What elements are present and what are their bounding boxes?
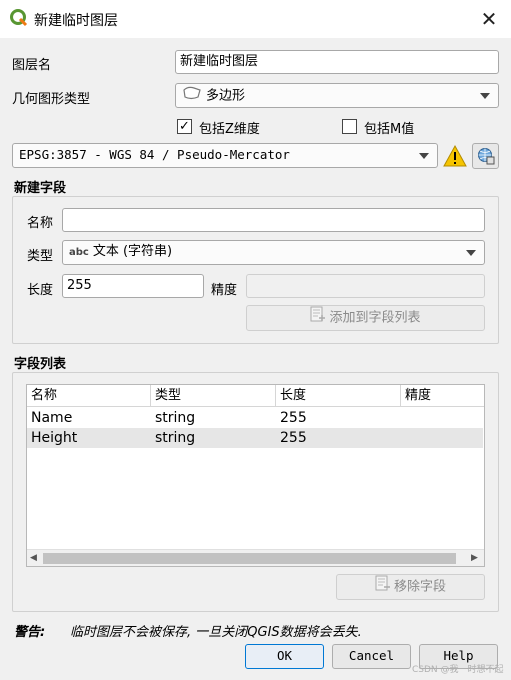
cell-type: string bbox=[155, 430, 196, 446]
globe-icon bbox=[477, 147, 495, 173]
new-field-title: 新建字段 bbox=[14, 181, 67, 196]
cell-name: Height bbox=[31, 430, 78, 446]
cancel-button[interactable]: Cancel bbox=[332, 644, 411, 669]
field-table[interactable]: 名称 类型 长度 精度 Name string 255 Height strin… bbox=[26, 384, 485, 567]
chevron-down-icon bbox=[480, 93, 490, 99]
remove-field-button[interactable]: 移除字段 bbox=[336, 574, 485, 600]
crs-select[interactable]: EPSG:3857 - WGS 84 / Pseudo-Mercator bbox=[12, 143, 438, 168]
cell-name: Name bbox=[31, 410, 73, 426]
field-type-label: 类型 bbox=[27, 249, 54, 264]
geometry-type-select[interactable]: 多边形 bbox=[175, 83, 499, 108]
scroll-left-icon[interactable]: ◀ bbox=[30, 553, 40, 563]
table-header: 名称 类型 长度 精度 bbox=[27, 385, 484, 407]
warning-text: 临时图层不会被保存, 一旦关闭QGIS数据将会丢失. bbox=[70, 625, 362, 640]
field-name-input[interactable] bbox=[62, 208, 485, 232]
crs-selector-button[interactable] bbox=[472, 143, 499, 169]
close-icon[interactable]: ✕ bbox=[476, 6, 502, 32]
include-z-checkbox[interactable]: ✓ bbox=[177, 119, 192, 134]
window-title: 新建临时图层 bbox=[34, 13, 118, 29]
include-m-checkbox[interactable] bbox=[342, 119, 357, 134]
warning-icon bbox=[443, 144, 467, 168]
field-length-label: 长度 bbox=[27, 283, 54, 298]
include-m-label: 包括M值 bbox=[364, 122, 415, 137]
geometry-type-label: 几何图形类型 bbox=[12, 92, 91, 107]
field-length-input[interactable]: 255 bbox=[62, 274, 204, 298]
cell-precision bbox=[401, 408, 405, 428]
chevron-down-icon bbox=[419, 153, 429, 159]
column-header-name[interactable]: 名称 bbox=[27, 385, 151, 407]
cell-precision bbox=[401, 428, 405, 448]
crs-value: EPSG:3857 - WGS 84 / Pseudo-Mercator bbox=[19, 147, 290, 162]
remove-field-icon bbox=[375, 575, 391, 599]
remove-field-label: 移除字段 bbox=[393, 579, 446, 595]
field-type-value: 文本 (字符串) bbox=[92, 244, 173, 259]
ok-button[interactable]: OK bbox=[245, 644, 324, 669]
field-type-select[interactable]: abc 文本 (字符串) bbox=[62, 240, 485, 265]
polygon-icon bbox=[182, 86, 202, 106]
horizontal-scrollbar[interactable]: ◀ ▶ bbox=[27, 549, 484, 566]
table-row[interactable]: Height string 255 bbox=[27, 428, 483, 448]
field-precision-label: 精度 bbox=[211, 283, 238, 298]
scroll-right-icon[interactable]: ▶ bbox=[471, 553, 481, 563]
cell-length: 255 bbox=[280, 430, 307, 446]
add-to-fields-button[interactable]: 添加到字段列表 bbox=[246, 305, 485, 331]
geometry-type-value: 多边形 bbox=[206, 88, 246, 104]
layer-name-input[interactable]: 新建临时图层 bbox=[175, 50, 499, 74]
include-z-label: 包括Z维度 bbox=[199, 122, 260, 137]
field-precision-input[interactable] bbox=[246, 274, 485, 298]
qgis-logo-icon bbox=[10, 9, 28, 27]
column-header-length[interactable]: 长度 bbox=[276, 385, 401, 407]
column-header-type[interactable]: 类型 bbox=[151, 385, 276, 407]
field-list-title: 字段列表 bbox=[14, 357, 67, 372]
cell-type: string bbox=[155, 410, 196, 426]
column-header-precision[interactable]: 精度 bbox=[401, 385, 484, 407]
add-to-fields-label: 添加到字段列表 bbox=[329, 310, 421, 326]
cell-length: 255 bbox=[280, 410, 307, 426]
chevron-down-icon bbox=[466, 250, 476, 256]
table-row[interactable]: Name string 255 bbox=[27, 408, 483, 428]
add-field-icon bbox=[310, 306, 326, 330]
scrollbar-thumb[interactable] bbox=[43, 553, 456, 564]
warning-label: 警告: bbox=[14, 625, 46, 640]
layer-name-label: 图层名 bbox=[12, 58, 52, 73]
field-name-label: 名称 bbox=[27, 216, 54, 231]
watermark: CSDN @我一时想不起 bbox=[412, 665, 504, 675]
text-type-icon: abc bbox=[69, 247, 89, 258]
title-bar: 新建临时图层 ✕ bbox=[0, 0, 511, 38]
